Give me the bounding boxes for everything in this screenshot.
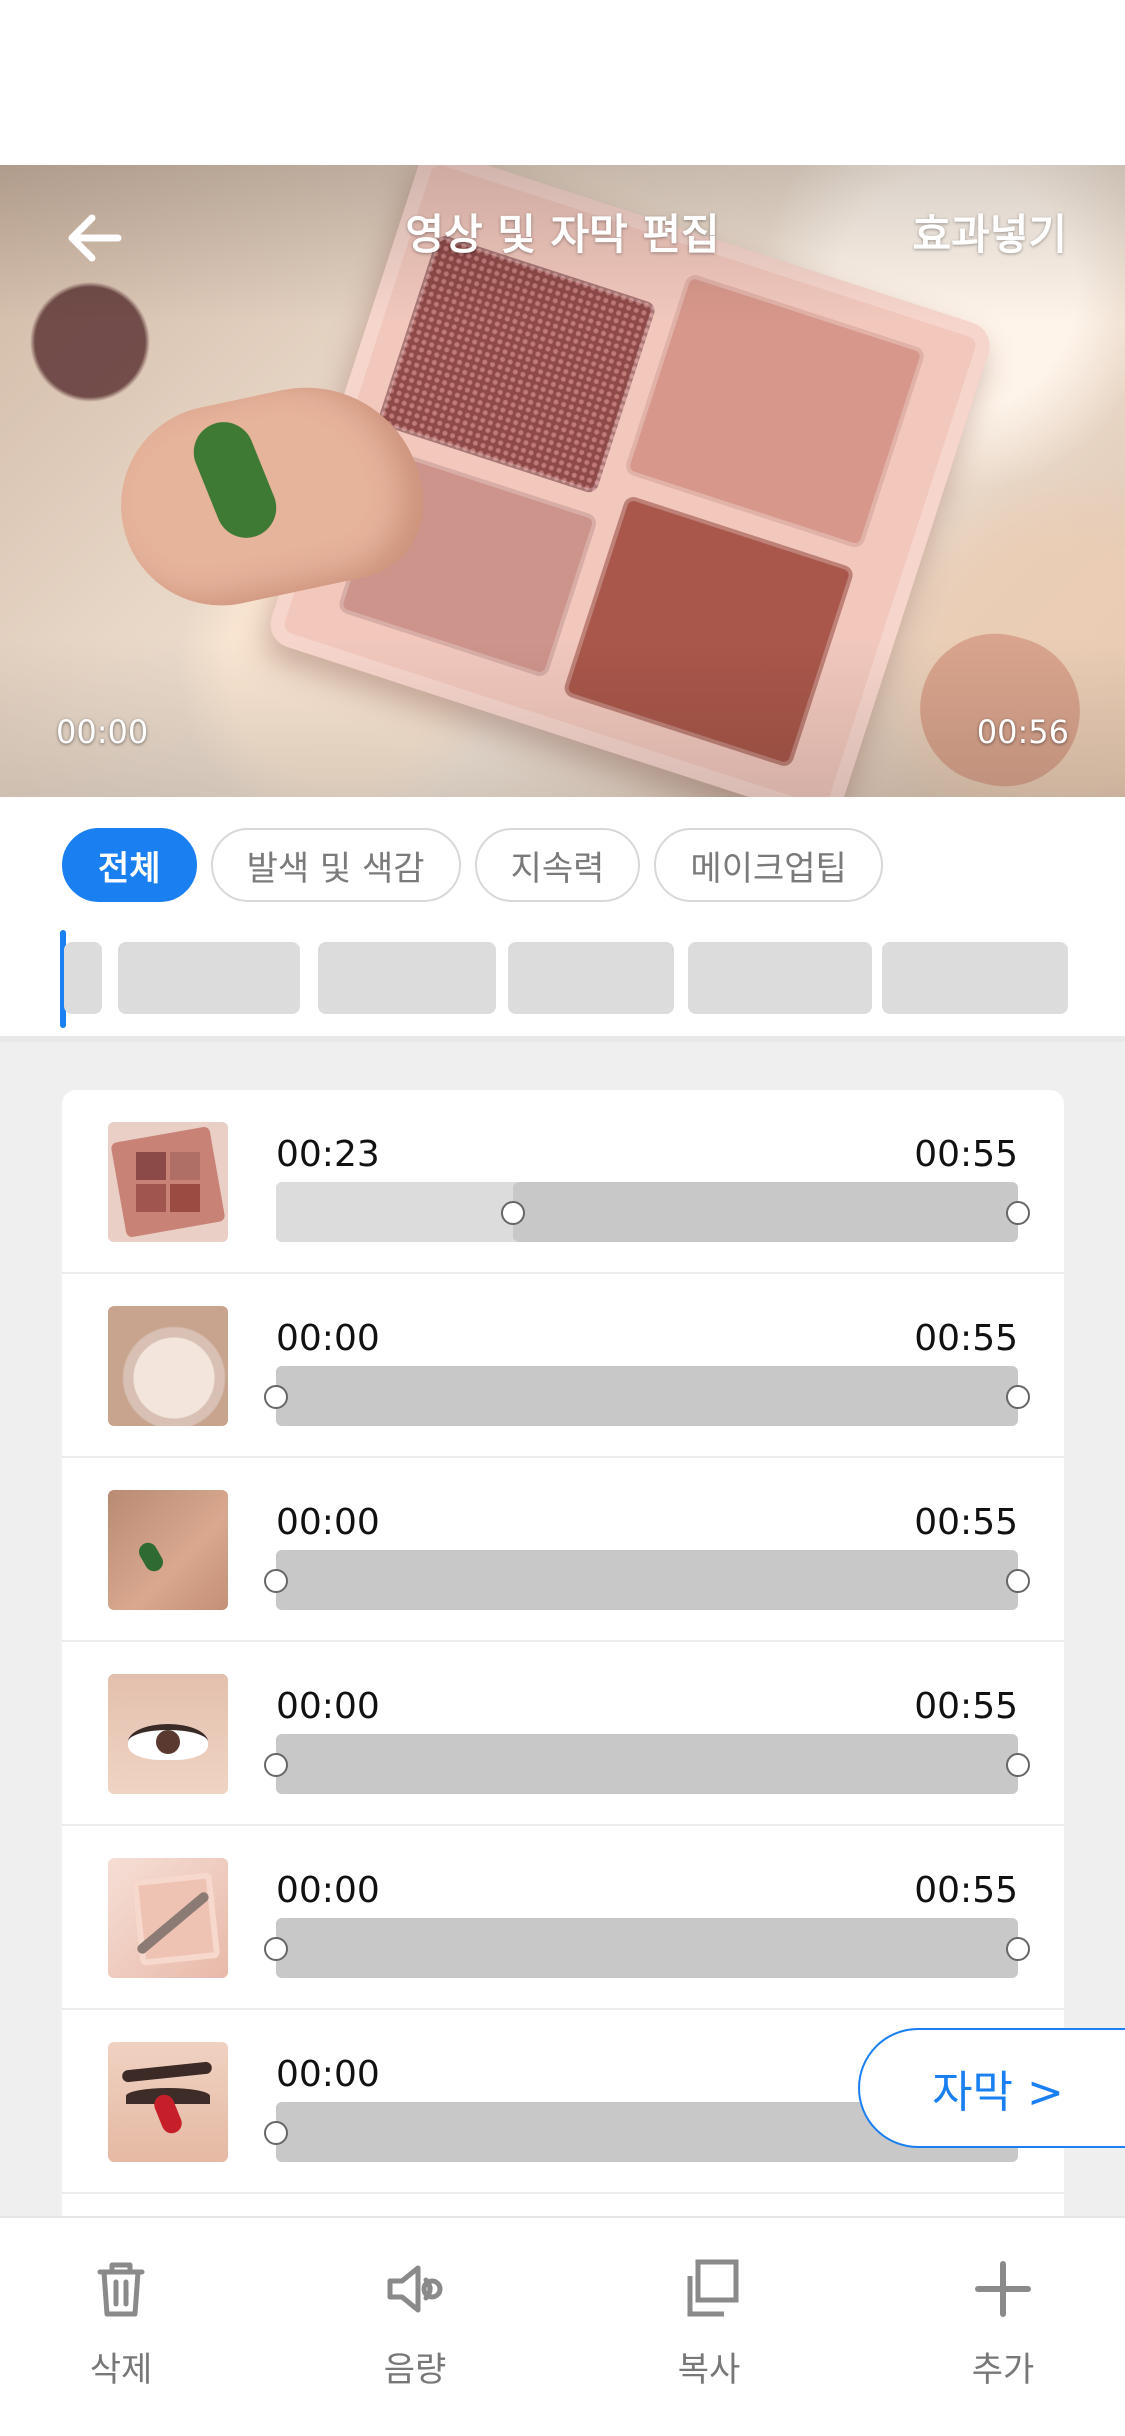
clip-range-fill bbox=[276, 1918, 1018, 1978]
timeline-segment[interactable] bbox=[118, 942, 300, 1014]
clip-timeline[interactable] bbox=[60, 930, 1070, 1028]
clip-end-time: 00:55 bbox=[914, 1134, 1018, 1175]
tab-color[interactable]: 발색 및 색감 bbox=[210, 828, 461, 902]
clip-start-time: 00:00 bbox=[276, 2054, 380, 2095]
range-end-handle[interactable] bbox=[1006, 1385, 1030, 1409]
clip-range-track[interactable] bbox=[264, 1734, 1030, 1794]
clip-row[interactable]: 00:00 00:55 bbox=[62, 1826, 1064, 2010]
plus-icon bbox=[975, 2261, 1031, 2317]
clip-thumbnail bbox=[108, 1306, 228, 1426]
video-time-end: 00:56 bbox=[976, 713, 1069, 751]
range-end-handle[interactable] bbox=[1006, 1937, 1030, 1961]
video-time-start: 00:00 bbox=[56, 713, 149, 751]
clip-range-track[interactable] bbox=[264, 1918, 1030, 1978]
clip-range-track[interactable] bbox=[276, 1182, 1030, 1242]
range-start-handle[interactable] bbox=[264, 1569, 288, 1593]
copy-button[interactable]: 복사 bbox=[624, 2254, 794, 2404]
timeline-segment[interactable] bbox=[508, 942, 674, 1014]
copy-label: 복사 bbox=[677, 2350, 741, 2390]
clip-row[interactable]: 00:00 00:55 bbox=[62, 1458, 1064, 1642]
range-end-handle[interactable] bbox=[1006, 1569, 1030, 1593]
clip-row[interactable]: 00:00 00:55 bbox=[62, 1274, 1064, 1458]
clip-range-track[interactable] bbox=[264, 1366, 1030, 1426]
clip-start-time: 00:00 bbox=[276, 1318, 380, 1359]
range-start-handle[interactable] bbox=[264, 1937, 288, 1961]
add-effect-button[interactable]: 효과넣기 bbox=[912, 201, 1067, 262]
tab-makeup-tips[interactable]: 메이크업팁 bbox=[654, 828, 883, 902]
timeline-segment[interactable] bbox=[688, 942, 872, 1014]
timeline-segment[interactable] bbox=[318, 942, 496, 1014]
clip-range-fill bbox=[276, 1734, 1018, 1794]
clip-range-fill bbox=[276, 1550, 1018, 1610]
clip-thumbnail bbox=[108, 1674, 228, 1794]
clip-range-track[interactable] bbox=[264, 1550, 1030, 1610]
clip-row[interactable]: 00:23 00:55 bbox=[62, 1090, 1064, 1274]
clip-end-time: 00:55 bbox=[914, 1318, 1018, 1359]
range-start-handle[interactable] bbox=[264, 1753, 288, 1777]
clip-thumbnail bbox=[108, 1858, 228, 1978]
speaker-icon bbox=[387, 2265, 443, 2313]
range-start-handle[interactable] bbox=[264, 2121, 288, 2145]
clip-end-time: 00:55 bbox=[914, 1870, 1018, 1911]
range-start-handle[interactable] bbox=[264, 1385, 288, 1409]
subtitle-button[interactable]: 자막 > bbox=[858, 2028, 1125, 2148]
clip-range-fill bbox=[276, 1366, 1018, 1426]
tab-all[interactable]: 전체 bbox=[62, 828, 197, 902]
timeline-segment[interactable] bbox=[882, 942, 1068, 1014]
clip-end-time: 00:55 bbox=[914, 1686, 1018, 1727]
range-end-handle[interactable] bbox=[1006, 1201, 1030, 1225]
clip-start-time: 00:00 bbox=[276, 1870, 380, 1911]
timeline-segment[interactable] bbox=[64, 942, 102, 1014]
trash-icon bbox=[97, 2262, 145, 2317]
add-label: 추가 bbox=[971, 2350, 1035, 2390]
video-preview[interactable]: 영상 및 자막 편집 효과넣기 00:00 00:56 bbox=[0, 165, 1125, 797]
range-end-handle[interactable] bbox=[1006, 1753, 1030, 1777]
filter-tabs: 전체 발색 및 색감 지속력 메이크업팁 bbox=[62, 828, 883, 902]
clip-end-time: 00:55 bbox=[914, 1502, 1018, 1543]
clip-thumbnail bbox=[108, 1490, 228, 1610]
bottom-toolbar: 삭제 음량 복사 추가 bbox=[0, 2216, 1125, 2436]
clip-start-time: 00:00 bbox=[276, 1686, 380, 1727]
copy-icon bbox=[687, 2259, 739, 2317]
clip-row[interactable]: 00:00 00:55 bbox=[62, 1642, 1064, 1826]
clip-range-fill bbox=[513, 1182, 1018, 1242]
clip-start-time: 00:23 bbox=[276, 1134, 380, 1175]
delete-label: 삭제 bbox=[89, 2350, 153, 2390]
tab-longevity[interactable]: 지속력 bbox=[474, 828, 641, 902]
clip-start-time: 00:00 bbox=[276, 1502, 380, 1543]
delete-button[interactable]: 삭제 bbox=[36, 2254, 206, 2404]
volume-button[interactable]: 음량 bbox=[330, 2254, 500, 2404]
volume-label: 음량 bbox=[383, 2350, 447, 2390]
clip-thumbnail bbox=[108, 1122, 228, 1242]
clip-thumbnail bbox=[108, 2042, 228, 2162]
add-button[interactable]: 추가 bbox=[918, 2254, 1088, 2404]
